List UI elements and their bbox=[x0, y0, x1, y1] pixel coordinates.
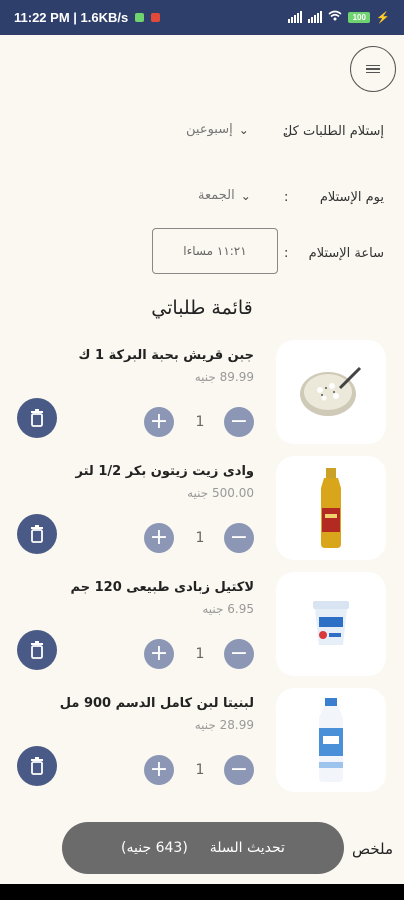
signal-icon bbox=[288, 11, 303, 23]
product-image bbox=[276, 688, 386, 792]
system-navigation-bar bbox=[0, 884, 404, 900]
colon: : bbox=[284, 124, 289, 139]
delete-button[interactable] bbox=[17, 746, 57, 786]
chevron-down-icon: ⌄ bbox=[240, 188, 251, 203]
menu-button[interactable] bbox=[350, 46, 396, 92]
decrease-qty-button[interactable]: − bbox=[224, 639, 254, 669]
list-item: جبن قريش بحبة البركة 1 ك 89.99 جنيه − 1 … bbox=[0, 340, 404, 450]
trash-icon bbox=[31, 525, 43, 543]
decrease-qty-button[interactable]: − bbox=[224, 523, 254, 553]
list-item: لاكتيل زبادى طبيعى 120 جم 6.95 جنيه − 1 … bbox=[0, 572, 404, 682]
product-image bbox=[276, 456, 386, 560]
signal-icon-2 bbox=[308, 11, 323, 23]
receive-day-label: يوم الإستلام bbox=[319, 190, 384, 205]
receive-time-value: ١١:٢١ مساءا bbox=[183, 244, 247, 258]
olive-oil-bottle-icon bbox=[321, 468, 341, 548]
decrease-qty-button[interactable]: − bbox=[224, 407, 254, 437]
product-price: 28.99 جنيه bbox=[194, 718, 254, 732]
cart-total: (643 جنيه) bbox=[121, 840, 188, 856]
increase-qty-button[interactable]: + bbox=[144, 639, 174, 669]
yogurt-cup-icon bbox=[313, 601, 349, 645]
colon: : bbox=[284, 246, 289, 261]
status-bar: 11:22 PM | 1.6KB/s 100 ⚡ bbox=[0, 0, 404, 35]
decrease-qty-button[interactable]: − bbox=[224, 755, 254, 785]
colon: : bbox=[284, 190, 289, 205]
delete-button[interactable] bbox=[17, 514, 57, 554]
order-list-title: قائمة طلباتي bbox=[151, 297, 253, 319]
delete-button[interactable] bbox=[17, 630, 57, 670]
product-name: وادى زيت زيتون بكر 1/2 لتر bbox=[75, 464, 254, 479]
quantity-value: 1 bbox=[195, 414, 205, 430]
receive-frequency-row: إستلام الطلبات كل : إسبوعين ⌄ bbox=[0, 118, 404, 148]
increase-qty-button[interactable]: + bbox=[144, 755, 174, 785]
wifi-icon bbox=[328, 10, 342, 24]
summary-label: ملخص bbox=[352, 840, 394, 858]
product-image bbox=[276, 572, 386, 676]
product-name: جبن قريش بحبة البركة 1 ك bbox=[78, 348, 254, 363]
battery-icon: 100 bbox=[348, 11, 371, 23]
receive-time-label: ساعة الإستلام bbox=[308, 246, 384, 261]
update-cart-label: تحديث السلة bbox=[209, 840, 285, 856]
trash-icon bbox=[31, 641, 43, 659]
receive-day-row: يوم الإستلام : الجمعة ⌄ bbox=[0, 184, 404, 214]
receive-frequency-label: إستلام الطلبات كل bbox=[282, 124, 384, 139]
product-image bbox=[276, 340, 386, 444]
update-cart-button[interactable]: تحديث السلة (643 جنيه) bbox=[62, 822, 344, 874]
charging-icon: ⚡ bbox=[376, 11, 390, 24]
receive-day-dropdown[interactable]: الجمعة ⌄ bbox=[198, 188, 251, 203]
milk-bottle-icon bbox=[319, 698, 343, 782]
status-icons: 100 ⚡ bbox=[288, 10, 390, 24]
product-name: لاكتيل زبادى طبيعى 120 جم bbox=[70, 580, 254, 595]
quantity-value: 1 bbox=[195, 646, 205, 662]
notification-icon bbox=[135, 13, 145, 22]
receive-frequency-dropdown[interactable]: إسبوعين ⌄ bbox=[186, 122, 249, 137]
status-time: 11:22 PM | 1.6KB/s bbox=[14, 10, 161, 25]
product-price: 89.99 جنيه bbox=[194, 370, 254, 384]
status-time-text: 11:22 PM | 1.6KB/s bbox=[14, 10, 129, 25]
trash-icon bbox=[31, 757, 43, 775]
increase-qty-button[interactable]: + bbox=[144, 523, 174, 553]
product-price: 6.95 جنيه bbox=[202, 602, 254, 616]
increase-qty-button[interactable]: + bbox=[144, 407, 174, 437]
receive-day-value: الجمعة bbox=[198, 188, 235, 203]
trash-icon bbox=[31, 409, 43, 427]
cottage-cheese-icon bbox=[300, 366, 362, 416]
list-item: لبنيتا لبن كامل الدسم 900 مل 28.99 جنيه … bbox=[0, 688, 404, 798]
receive-time-field[interactable]: ١١:٢١ مساءا bbox=[152, 228, 278, 274]
receive-frequency-value: إسبوعين bbox=[186, 122, 233, 137]
quantity-value: 1 bbox=[195, 530, 205, 546]
product-price: 500.00 جنيه bbox=[187, 486, 254, 500]
chevron-down-icon: ⌄ bbox=[238, 122, 249, 137]
menu-icon bbox=[366, 63, 380, 76]
delete-button[interactable] bbox=[17, 398, 57, 438]
list-item: وادى زيت زيتون بكر 1/2 لتر 500.00 جنيه −… bbox=[0, 456, 404, 566]
product-name: لبنيتا لبن كامل الدسم 900 مل bbox=[59, 696, 254, 711]
quantity-value: 1 bbox=[195, 762, 205, 778]
app-notification-icon bbox=[151, 13, 161, 22]
